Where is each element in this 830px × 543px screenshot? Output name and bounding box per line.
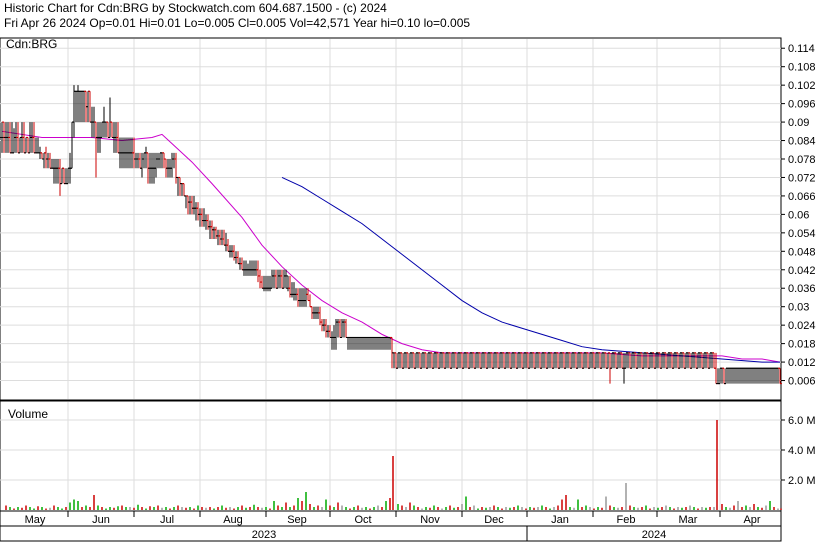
price-y-tick-label: 0.042: [788, 265, 816, 277]
price-y-tick-label: 0.09: [788, 117, 809, 129]
volume-y-tick-label: 4.0 M: [788, 445, 816, 457]
chart-header-line1: Historic Chart for Cdn:BRG by Stockwatch…: [4, 1, 387, 15]
month-label: Jul: [160, 514, 174, 526]
price-y-tick-label: 0.06: [788, 209, 809, 221]
price-y-tick-label: 0.054: [788, 228, 816, 240]
price-y-tick-label: 0.012: [788, 357, 816, 369]
price-panel-label: Cdn:BRG: [6, 37, 57, 51]
stock-chart: Historic Chart for Cdn:BRG by Stockwatch…: [0, 0, 830, 543]
price-y-tick-label: 0.048: [788, 246, 816, 258]
price-y-tick-label: 0.006: [788, 376, 816, 388]
month-label: Mar: [679, 514, 698, 526]
volume-y-tick-label: 2.0 M: [788, 475, 816, 487]
price-y-tick-label: 0.114: [788, 43, 815, 55]
month-label: Apr: [743, 514, 760, 526]
price-y-tick-label: 0.066: [788, 191, 816, 203]
price-y-tick-label: 0.108: [788, 62, 816, 74]
price-y-tick-label: 0.072: [788, 172, 816, 184]
chart-background: [0, 0, 830, 543]
price-y-tick-label: 0.078: [788, 154, 816, 166]
month-label: Sep: [287, 514, 307, 526]
year-label-2023: 2023: [252, 529, 276, 541]
month-label: Dec: [484, 514, 504, 526]
month-label: Oct: [354, 514, 371, 526]
price-y-tick-label: 0.036: [788, 283, 816, 295]
price-y-tick-label: 0.03: [788, 302, 809, 314]
month-label: Aug: [223, 514, 243, 526]
chart-window: Historic Chart for Cdn:BRG by Stockwatch…: [0, 0, 830, 543]
price-y-tick-label: 0.102: [788, 80, 816, 92]
price-y-tick-label: 0.024: [788, 320, 816, 332]
month-label: May: [25, 514, 46, 526]
year-label-2024: 2024: [642, 529, 666, 541]
chart-header-line2: Fri Apr 26 2024 Op=0.01 Hi=0.01 Lo=0.005…: [4, 16, 470, 30]
month-label: Feb: [617, 514, 636, 526]
volume-panel-label: Volume: [8, 407, 48, 421]
price-y-tick-label: 0.084: [788, 136, 816, 148]
price-y-tick-label: 0.096: [788, 99, 816, 111]
volume-y-tick-label: 6.0 M: [788, 415, 816, 427]
month-label: Nov: [420, 514, 440, 526]
month-label: Jun: [92, 514, 110, 526]
month-label: Jan: [551, 514, 569, 526]
price-y-tick-label: 0.018: [788, 339, 816, 351]
